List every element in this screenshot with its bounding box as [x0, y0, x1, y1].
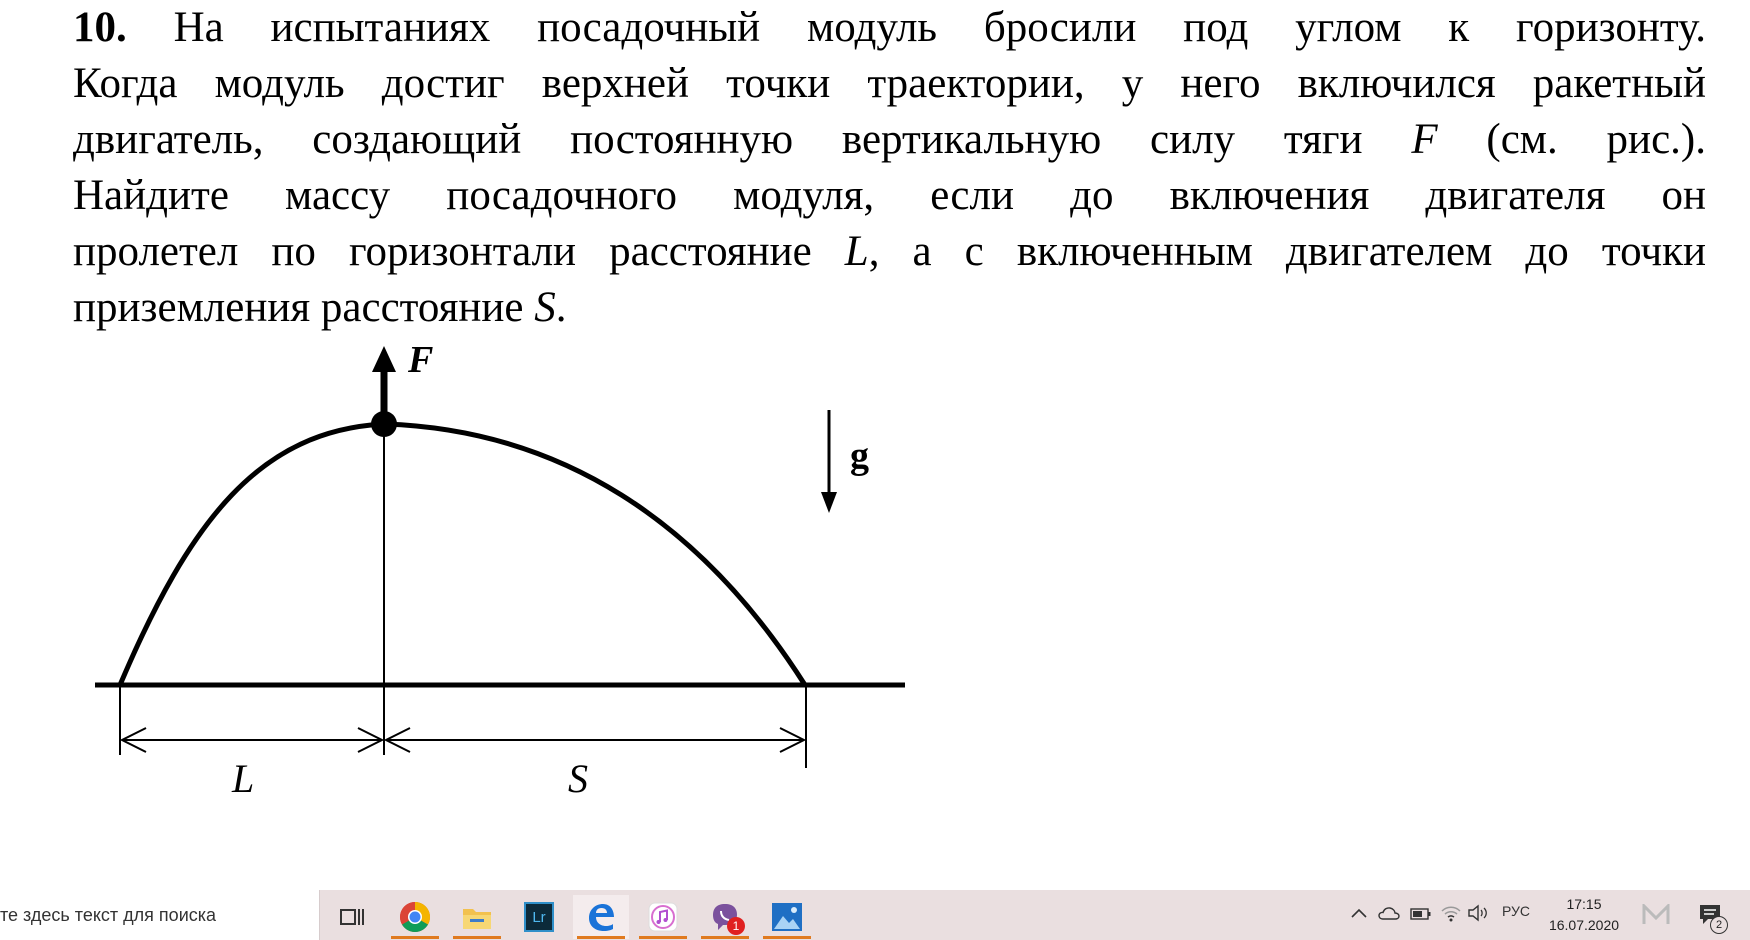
chrome-active-indicator — [391, 936, 439, 939]
viber-notification-badge: 1 — [727, 917, 745, 935]
onedrive-icon[interactable] — [1378, 905, 1400, 921]
taskbar: те здесь текст для поиска Lr 1 РУС 17:15… — [0, 890, 1750, 940]
lightroom-button[interactable]: Lr — [511, 895, 567, 939]
language-indicator[interactable]: РУС — [1502, 903, 1530, 919]
photos-button[interactable] — [759, 895, 815, 939]
search-placeholder: те здесь текст для поиска — [0, 905, 217, 925]
lightroom-icon: Lr — [524, 902, 554, 932]
file-explorer-icon — [463, 909, 491, 929]
clock-time: 17:15 — [1566, 896, 1602, 912]
force-arrow-head — [372, 346, 396, 372]
wifi-icon[interactable] — [1440, 904, 1462, 922]
gravity-label: g — [850, 435, 869, 477]
viber-button[interactable]: 1 — [697, 895, 753, 939]
notifications-count-badge: 2 — [1710, 916, 1728, 934]
trajectory-figure: F g L S — [95, 339, 905, 801]
chrome-icon — [399, 902, 431, 933]
document-area: 10. На испытаниях посадочный модуль брос… — [0, 0, 1750, 890]
trajectory-ascent — [117, 421, 386, 686]
trajectory-descent — [384, 421, 808, 687]
battery-icon[interactable] — [1410, 907, 1432, 921]
taskbar-search-box[interactable]: те здесь текст для поиска — [0, 890, 320, 940]
dimension-l-label: L — [231, 756, 254, 801]
dimension-s-label: S — [568, 756, 588, 801]
edge-button[interactable] — [573, 895, 629, 939]
mail-widget-icon[interactable] — [1642, 904, 1670, 926]
photos-active-indicator — [763, 936, 811, 939]
force-label: F — [407, 339, 433, 381]
itunes-button[interactable] — [635, 895, 691, 939]
landing-module-dot — [371, 411, 397, 437]
edge-icon — [589, 904, 614, 931]
task-view-icon — [340, 909, 364, 925]
explorer-active-indicator — [453, 936, 501, 939]
chrome-button[interactable] — [387, 895, 443, 939]
clock[interactable]: 17:15 16.07.2020 — [1530, 894, 1638, 936]
show-hidden-icons-icon[interactable] — [1350, 906, 1368, 920]
itunes-active-indicator — [639, 936, 687, 939]
task-view-button[interactable] — [324, 895, 380, 939]
file-explorer-button[interactable] — [449, 895, 505, 939]
photos-icon — [772, 903, 802, 931]
gravity-arrow-head — [821, 492, 837, 513]
clock-date: 16.07.2020 — [1548, 917, 1620, 933]
volume-icon[interactable] — [1467, 904, 1489, 922]
edge-active-indicator — [577, 936, 625, 939]
viber-active-indicator — [701, 936, 749, 939]
itunes-icon — [648, 902, 678, 932]
